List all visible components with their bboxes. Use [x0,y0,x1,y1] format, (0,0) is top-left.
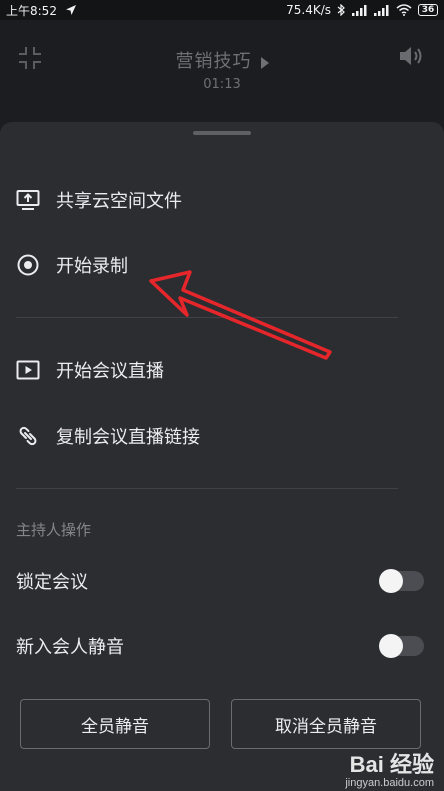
unmute-all-button[interactable]: 取消全员静音 [231,699,421,749]
menu-item-start-recording[interactable]: 开始录制 [0,237,444,293]
menu-item-copy-live-link[interactable]: 复制会议直播链接 [0,408,444,464]
status-bar: 上午8:52 75.4K/s 36 [0,0,444,20]
menu-item-label: 共享云空间文件 [56,191,182,212]
speaker-icon[interactable] [398,44,424,68]
bluetooth-icon [337,4,345,16]
sheet-handle[interactable] [193,131,251,135]
menu-item-start-live[interactable]: 开始会议直播 [0,342,444,398]
signal-icon [352,4,367,16]
wifi-icon [396,4,412,16]
lock-meeting-toggle[interactable] [379,569,424,593]
link-icon [19,426,37,446]
menu-item-label: 开始录制 [56,256,128,277]
signal-icon-2 [374,4,389,16]
mute-all-button[interactable]: 全员静音 [20,699,210,749]
record-icon [17,254,39,276]
toggle-knob [379,634,403,658]
meeting-title-block[interactable]: 营销技巧 01:13 [0,47,444,92]
mute-new-joiners-toggle[interactable] [379,634,424,658]
toggle-row-lock-meeting: 锁定会议 [0,559,444,603]
toggle-label: 锁定会议 [16,572,88,593]
menu-item-share-cloud-file[interactable]: 共享云空间文件 [0,172,444,228]
toggle-knob [379,569,403,593]
toggle-row-mute-new-joiners: 新入会人静音 [0,624,444,668]
more-actions-sheet: 共享云空间文件 开始录制 开始会议直播 复制会议直播链接 主持人操作 锁定会议 [0,122,444,791]
watermark-logo: Bai 经验 [349,752,434,777]
meeting-header: 营销技巧 01:13 [0,20,444,120]
divider [16,488,398,489]
menu-item-label: 开始会议直播 [56,361,164,382]
divider [16,317,398,318]
watermark-url: jingyan.baidu.com [345,777,434,789]
network-speed: 75.4K/s [286,3,331,17]
watermark: Bai 经验 jingyan.baidu.com [345,747,434,789]
host-section-title: 主持人操作 [16,521,92,539]
status-time: 上午8:52 [6,3,57,18]
meeting-timer: 01:13 [203,77,241,92]
location-icon [65,5,76,15]
share-screen-icon [16,190,40,210]
toggle-label: 新入会人静音 [16,637,124,658]
meeting-title: 营销技巧 [175,51,252,72]
battery-icon: 36 [418,4,438,16]
chevron-right-icon [260,56,269,69]
live-icon [16,360,40,380]
menu-item-label: 复制会议直播链接 [56,427,200,448]
